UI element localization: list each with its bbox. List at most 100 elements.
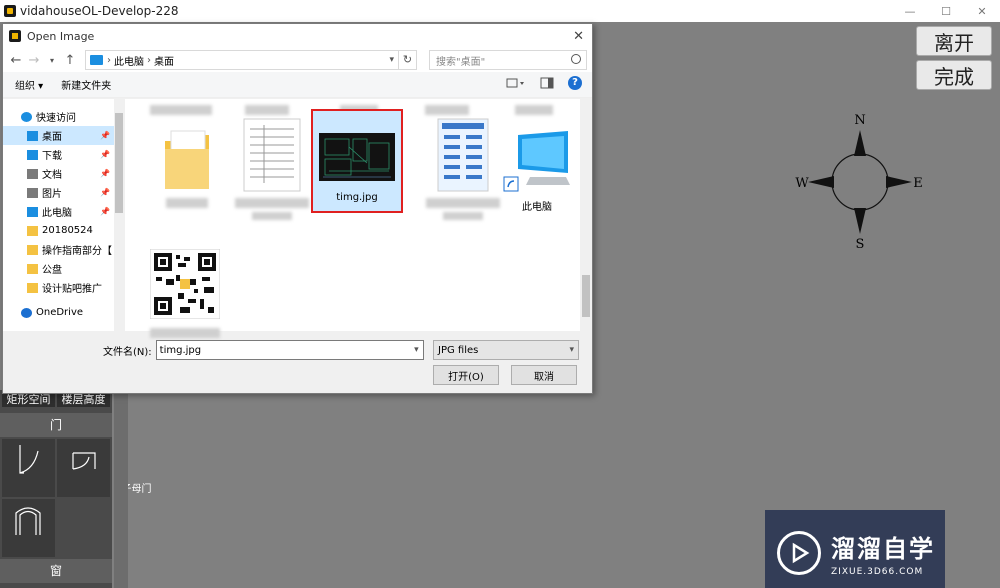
qr-code-item[interactable] <box>143 248 227 338</box>
infographic-thumbnail <box>437 118 489 192</box>
preview-pane-icon[interactable] <box>540 77 554 89</box>
computer-icon <box>27 206 38 217</box>
filename-label: 文件名(N): <box>103 346 152 358</box>
tool-panel-scrollbar[interactable] <box>114 390 128 588</box>
nav-item[interactable]: 快速访问 <box>3 107 124 126</box>
window-section-header[interactable]: 窗 <box>0 559 112 583</box>
folder-icon <box>27 244 38 255</box>
nav-item[interactable]: 20180524 <box>3 221 124 240</box>
door-tool[interactable]: 门 <box>2 439 87 497</box>
picture-icon <box>27 187 38 198</box>
breadcrumb-root[interactable]: 此电脑 <box>114 53 144 68</box>
search-input[interactable]: 搜索"桌面" <box>429 50 587 70</box>
dialog-titlebar: Open Image ✕ <box>3 24 592 48</box>
leave-button[interactable]: 离开 <box>916 26 992 56</box>
minimize-button[interactable]: — <box>892 0 928 22</box>
nav-item[interactable]: 下载 📌 <box>3 145 124 164</box>
nav-item[interactable]: 文档 📌 <box>3 164 124 183</box>
nav-item[interactable]: 操作指南部分【 <box>3 240 124 259</box>
refresh-button[interactable]: ↻ <box>399 50 417 70</box>
document-thumbnail <box>243 118 301 192</box>
pin-icon[interactable]: 📌 <box>100 169 110 178</box>
view-options-icon[interactable] <box>506 77 526 89</box>
filetype-dropdown-icon[interactable]: ▾ <box>569 345 574 355</box>
file-list: timg.jpg 此电脑 <box>125 99 592 338</box>
dialog-close-button[interactable]: ✕ <box>573 29 584 44</box>
pin-icon[interactable]: 📌 <box>100 188 110 197</box>
double-door-tool[interactable]: 子母门 <box>57 439 152 497</box>
maximize-button[interactable]: ☐ <box>928 0 964 22</box>
nav-item-label: 公盘 <box>42 265 62 276</box>
pin-icon[interactable]: 📌 <box>100 207 110 216</box>
doorway-tool[interactable]: 门洞 <box>2 499 92 557</box>
open-button[interactable]: 打开(O) <box>433 365 499 385</box>
cloud-icon <box>21 307 32 318</box>
empty-tool-cell <box>57 499 110 557</box>
door-icon <box>19 445 39 474</box>
qr-code-thumbnail <box>149 248 221 320</box>
file-item-timg[interactable]: timg.jpg <box>311 109 403 213</box>
door-section-header[interactable]: 门 <box>0 413 112 437</box>
document-item[interactable] <box>230 117 314 220</box>
nav-item-label: 下载 <box>42 151 62 162</box>
file-name-timg: timg.jpg <box>336 192 378 203</box>
compass-east: E <box>913 176 923 191</box>
new-folder-button[interactable]: 新建文件夹 <box>61 77 111 92</box>
up-arrow-icon[interactable]: ↑ <box>61 53 79 68</box>
command-bar: 组织 ▾ 新建文件夹 ? <box>3 72 592 98</box>
filetype-select[interactable]: JPG files ▾ <box>433 340 579 360</box>
folder-item[interactable] <box>145 121 229 208</box>
forward-arrow-icon[interactable]: → <box>25 53 43 68</box>
infographic-item[interactable] <box>421 117 505 220</box>
download-icon <box>27 149 38 160</box>
app-title: vidahouseOL-Develop-228 <box>20 4 179 18</box>
app-titlebar: vidahouseOL-Develop-228 — ☐ ✕ <box>0 0 1000 22</box>
folder-icon <box>27 225 38 236</box>
filename-dropdown-icon[interactable]: ▾ <box>414 345 419 355</box>
breadcrumb-current[interactable]: 桌面 <box>154 53 174 68</box>
nav-item-label: 图片 <box>42 189 62 200</box>
compass-rose: N S W E <box>795 113 923 252</box>
watermark-logo: 溜溜自学 ZIXUE.3D66.COM <box>765 510 945 588</box>
document-icon <box>27 168 38 179</box>
folder-icon <box>27 263 38 274</box>
tab-floor-height[interactable]: 楼层高度 <box>57 392 110 407</box>
recent-dropdown-icon[interactable]: ▾ <box>43 56 61 65</box>
nav-item[interactable]: OneDrive <box>3 303 124 322</box>
nav-item-label: 20180524 <box>42 225 93 236</box>
close-button[interactable]: ✕ <box>964 0 1000 22</box>
address-dropdown-icon[interactable]: ▾ <box>385 55 398 65</box>
nav-item-label: OneDrive <box>36 307 84 318</box>
dialog-navbar: ← → ▾ ↑ › 此电脑 › 桌面 ▾ ↻ 搜索"桌面" <box>3 48 592 72</box>
address-bar[interactable]: › 此电脑 › 桌面 ▾ <box>85 50 399 70</box>
cancel-button[interactable]: 取消 <box>511 365 577 385</box>
compass-west: W <box>795 176 809 191</box>
back-arrow-icon[interactable]: ← <box>7 53 25 68</box>
nav-item[interactable]: 此电脑 📌 <box>3 202 124 221</box>
nav-scrollbar[interactable] <box>114 99 124 331</box>
tab-rect-space[interactable]: 矩形空间 <box>2 392 55 407</box>
nav-item-label: 桌面 <box>42 132 62 143</box>
nav-item[interactable]: 桌面 📌 <box>3 126 124 145</box>
folder-icon <box>27 282 38 293</box>
cad-image-thumbnail <box>319 133 395 181</box>
nav-item[interactable]: 公盘 <box>3 259 124 278</box>
help-icon[interactable]: ? <box>568 76 582 90</box>
star-icon <box>21 111 32 122</box>
desktop-icon <box>27 130 38 141</box>
play-icon <box>777 530 821 575</box>
nav-item[interactable]: 图片 📌 <box>3 183 124 202</box>
app-logo-icon <box>4 5 16 17</box>
organize-menu[interactable]: 组织 ▾ <box>15 77 43 92</box>
nav-item-label: 设计贴吧推广 <box>42 284 102 295</box>
nav-item[interactable]: 设计贴吧推广 <box>3 278 124 297</box>
filename-value: timg.jpg <box>159 344 202 356</box>
pin-icon[interactable]: 📌 <box>100 131 110 140</box>
filename-input[interactable]: timg.jpg ▾ <box>155 340 424 360</box>
nav-item-label: 此电脑 <box>42 208 72 219</box>
navigation-pane: 快速访问 桌面 📌 下载 📌 文档 📌 图片 📌 此电脑 📌 20180524 操作指南部分【 公盘 设计贴… <box>3 99 125 331</box>
pin-icon[interactable]: 📌 <box>100 150 110 159</box>
file-list-scrollbar[interactable] <box>580 99 592 331</box>
file-item-this-pc[interactable]: 此电脑 <box>495 129 579 213</box>
done-button[interactable]: 完成 <box>916 60 992 90</box>
